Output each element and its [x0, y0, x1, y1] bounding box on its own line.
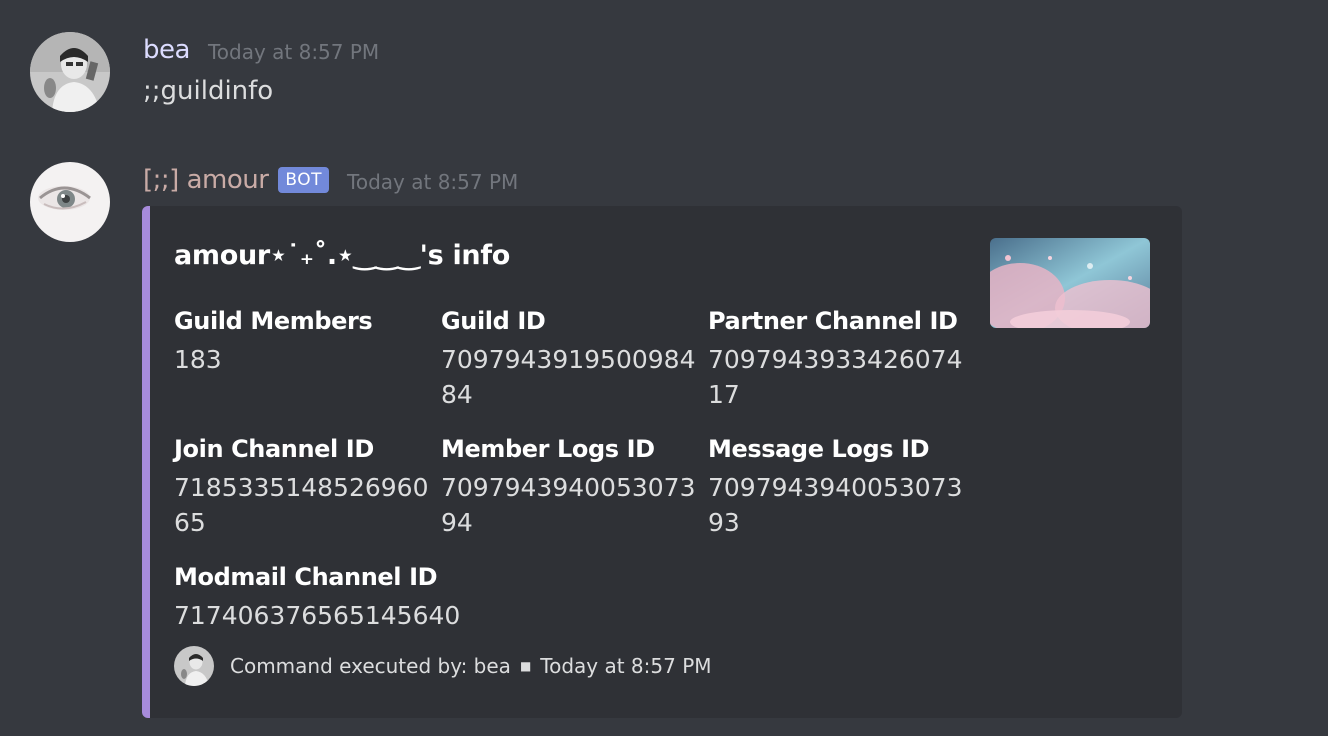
field-join-channel-id: Join Channel ID 718533514852696065 — [174, 432, 434, 540]
field-value: 709794391950098484 — [441, 345, 696, 409]
field-modmail-channel-id: Modmail Channel ID 717406376565145640 — [174, 560, 461, 633]
field-name: Guild ID — [441, 307, 546, 335]
cherry-blossom-image-icon — [990, 238, 1150, 328]
footer-timestamp: Today at 8:57 PM — [540, 654, 712, 678]
field-value: 709794394005307394 — [441, 473, 696, 537]
eye-avatar-icon — [30, 162, 110, 242]
footer-avatar — [174, 646, 214, 686]
field-guild-id: Guild ID 709794391950098484 — [441, 304, 701, 412]
username[interactable]: bea — [143, 35, 190, 65]
field-name: Modmail Channel ID — [174, 563, 438, 591]
bot-username[interactable]: [;;] amour — [143, 165, 269, 195]
field-name: Guild Members — [174, 307, 373, 335]
field-message-logs-id: Message Logs ID 709794394005307393 — [708, 432, 968, 540]
field-name: Partner Channel ID — [708, 307, 958, 335]
user-avatar-icon — [30, 32, 110, 112]
chat-message-list: bea Today at 8:57 PM ;;guildinfo [;;] am… — [0, 0, 1328, 736]
message-header: bea Today at 8:57 PM — [143, 30, 379, 70]
field-name: Message Logs ID — [708, 435, 930, 463]
field-member-logs-id: Member Logs ID 709794394005307394 — [441, 432, 701, 540]
field-value: 709794393342607417 — [708, 345, 963, 409]
footer-separator: ■ — [519, 659, 532, 673]
message-timestamp: Today at 8:57 PM — [347, 170, 519, 194]
field-value: 709794394005307393 — [708, 473, 963, 537]
field-name: Member Logs ID — [441, 435, 655, 463]
embed-footer: Command executed by: bea ■ Today at 8:57… — [174, 646, 712, 686]
field-guild-members: Guild Members 183 — [174, 304, 434, 377]
field-partner-channel-id: Partner Channel ID 709794393342607417 — [708, 304, 968, 412]
field-value: 183 — [174, 345, 222, 374]
embed-card: amour⋆˙₊˚.⋆‿‿‿'s info Guild Members 183 … — [142, 206, 1182, 718]
embed-thumbnail[interactable] — [990, 238, 1150, 328]
field-value: 718533514852696065 — [174, 473, 429, 537]
message-content: ;;guildinfo — [143, 76, 274, 106]
embed-title: amour⋆˙₊˚.⋆‿‿‿'s info — [174, 240, 511, 271]
field-name: Join Channel ID — [174, 435, 374, 463]
message-header: [;;] amour BOT Today at 8:57 PM — [143, 160, 518, 200]
message-timestamp: Today at 8:57 PM — [207, 40, 380, 64]
bot-avatar[interactable] — [30, 162, 110, 242]
user-avatar-bea-icon — [174, 646, 214, 686]
footer-text: Command executed by: bea — [230, 654, 511, 678]
user-avatar[interactable] — [30, 32, 110, 112]
field-value: 717406376565145640 — [174, 601, 461, 630]
bot-badge: BOT — [278, 167, 330, 193]
